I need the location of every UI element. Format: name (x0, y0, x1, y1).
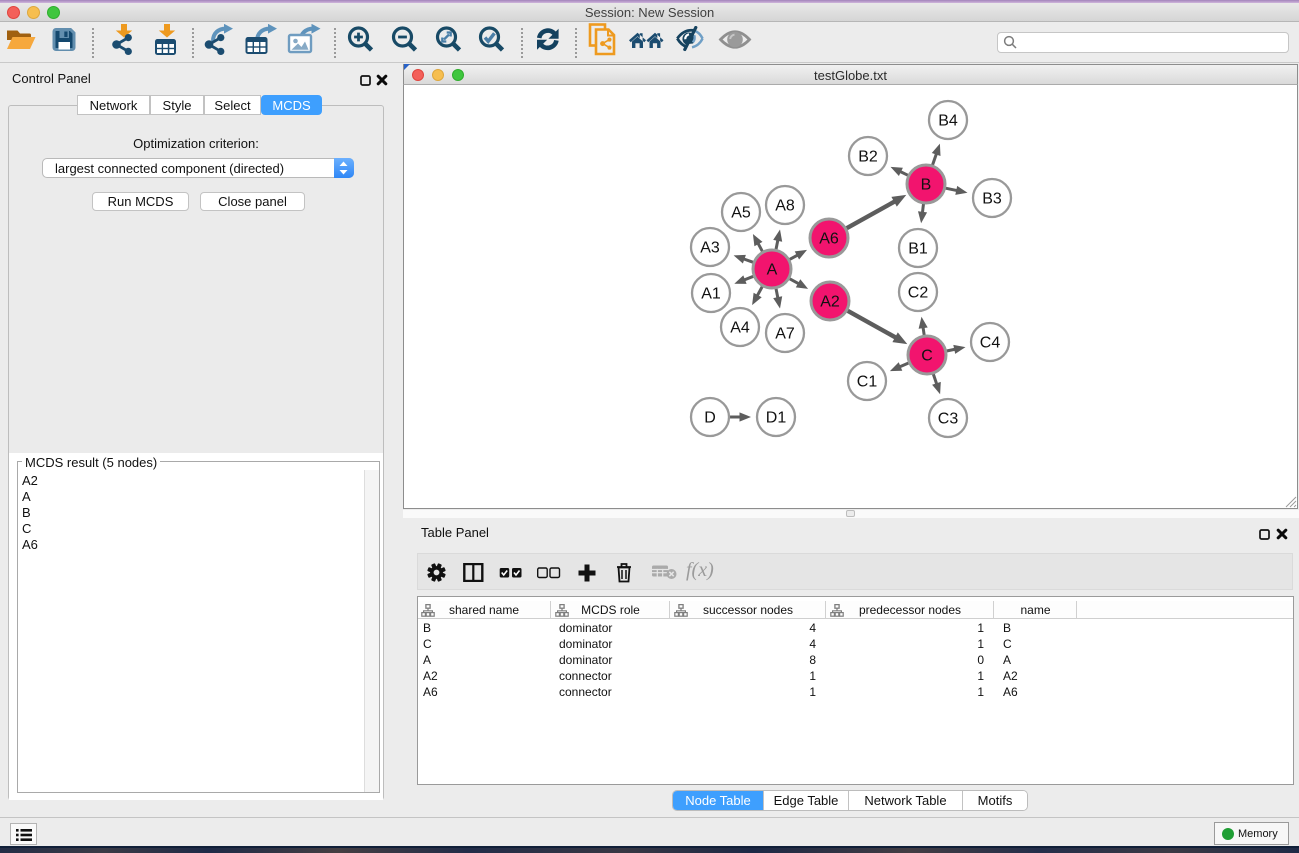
svg-text:A: A (767, 262, 778, 279)
svg-text:C1: C1 (857, 374, 878, 391)
svg-text:B3: B3 (982, 191, 1002, 208)
svg-text:C: C (921, 348, 933, 365)
svg-text:B4: B4 (938, 113, 958, 130)
svg-text:C4: C4 (980, 335, 1001, 352)
svg-text:A8: A8 (775, 198, 795, 215)
svg-text:B: B (921, 177, 932, 194)
svg-text:B2: B2 (858, 149, 878, 166)
svg-text:A6: A6 (819, 231, 839, 248)
svg-text:A2: A2 (820, 294, 840, 311)
svg-text:A5: A5 (731, 205, 751, 222)
svg-text:A3: A3 (700, 240, 720, 257)
svg-text:A7: A7 (775, 326, 795, 343)
svg-text:C2: C2 (908, 285, 929, 302)
svg-text:A4: A4 (730, 320, 750, 337)
svg-text:B1: B1 (908, 241, 928, 258)
svg-text:D1: D1 (766, 410, 787, 427)
svg-text:D: D (704, 410, 716, 427)
svg-text:A1: A1 (701, 286, 721, 303)
svg-text:C3: C3 (938, 411, 959, 428)
